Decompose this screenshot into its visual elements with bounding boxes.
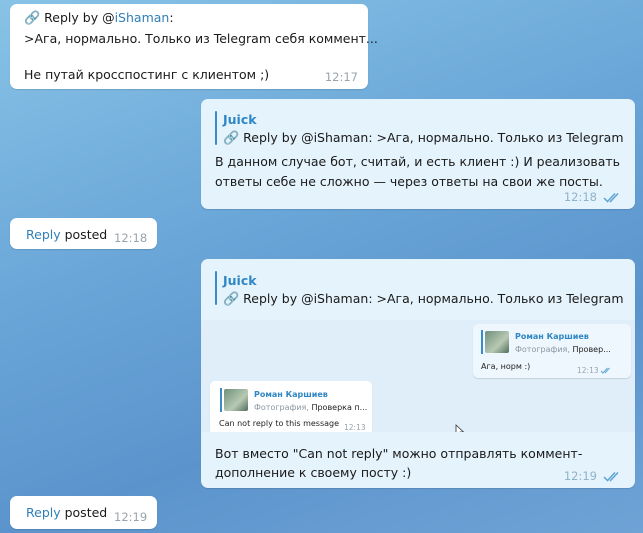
message-bubble-incoming[interactable]: Reply posted 12:18: [10, 218, 157, 249]
message-bubble-incoming[interactable]: Reply posted 12:19: [10, 496, 157, 529]
message-line: 🔗 Reply by @iShaman:: [24, 10, 174, 26]
message-line: Не путай кросспостинг с клиентом ;): [24, 67, 270, 82]
message-line: Reply posted: [26, 505, 108, 520]
reply-link[interactable]: Reply: [26, 505, 61, 520]
attached-screenshot[interactable]: Роман Каршиев Фотография, Провер... Ага,…: [201, 320, 635, 432]
reply-quote-author[interactable]: Juick: [223, 273, 257, 288]
double-check-icon: [603, 471, 619, 482]
reply-quote-text[interactable]: 🔗 Reply by @iShaman: >Ага, нормально. То…: [223, 291, 624, 307]
screenshot-message-outgoing: Роман Каршиев Фотография, Провер... Ага,…: [473, 324, 631, 378]
message-line: >Ага, нормально. Только из Telegram себя…: [24, 31, 378, 46]
message-time: 12:19: [563, 469, 597, 483]
link-icon: 🔗: [223, 131, 240, 146]
message-time: 12:17: [324, 70, 358, 84]
reply-link[interactable]: Reply: [26, 227, 61, 242]
message-bubble-outgoing[interactable]: Juick 🔗 Reply by @iShaman: >Ага, нормаль…: [201, 99, 635, 209]
message-bubble-incoming[interactable]: 🔗 Reply by @iShaman: >Ага, нормально. То…: [10, 4, 378, 89]
message-line: Вот вместо "Can not reply" можно отправл…: [215, 446, 583, 461]
reply-quote-bar: [215, 111, 217, 145]
link-icon: 🔗: [223, 292, 240, 307]
link-icon: 🔗: [24, 11, 41, 26]
reply-quote-text[interactable]: 🔗 Reply by @iShaman: >Ага, нормально. То…: [223, 130, 624, 146]
mention-link[interactable]: iShaman: [115, 10, 170, 25]
screenshot-message-incoming: Роман Каршиев Фотография, Проверка п... …: [210, 381, 372, 432]
reply-quote-author[interactable]: Juick: [223, 112, 257, 127]
message-line: Reply posted: [26, 227, 108, 242]
message-time: 12:19: [114, 510, 148, 524]
reply-quote-bar: [215, 271, 217, 305]
double-check-icon: [603, 192, 619, 203]
message-line: ответы себе не сложно — через ответы на …: [215, 174, 603, 189]
photo-thumbnail: [485, 331, 509, 353]
mouse-cursor-icon: [455, 424, 465, 432]
photo-thumbnail: [224, 389, 248, 411]
message-time: 12:18: [563, 190, 597, 204]
message-line: дополнение к своему посту :): [215, 465, 412, 480]
message-time: 12:18: [114, 231, 148, 245]
message-line: В данном случае бот, считай, и есть клие…: [215, 154, 621, 169]
double-check-icon: [600, 367, 610, 374]
message-bubble-outgoing[interactable]: Juick 🔗 Reply by @iShaman: >Ага, нормаль…: [201, 259, 635, 488]
